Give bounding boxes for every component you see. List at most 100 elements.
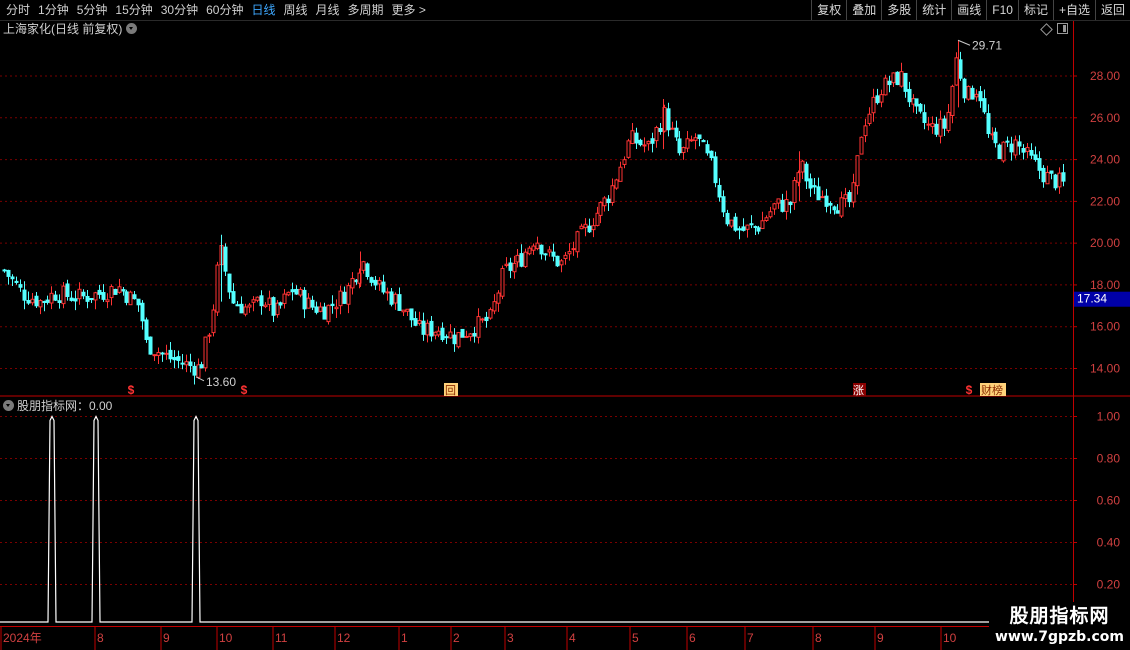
candle-142 (563, 252, 568, 265)
current-price-label: 17.34 (1077, 292, 1107, 306)
candle-185 (733, 213, 738, 232)
candle-264 (1045, 165, 1050, 185)
candle-41 (164, 344, 169, 360)
candle-98 (389, 287, 394, 307)
chart-canvas[interactable]: 28.00 26.00 24.00 22.00 20.00 18.00 16.00 14.00… (0, 0, 1130, 650)
layout-toggle-icon[interactable] (1057, 23, 1068, 34)
candle-54 (215, 261, 220, 316)
candle-238 (942, 115, 947, 137)
candle-117 (464, 330, 469, 338)
candle-173 (685, 131, 690, 153)
main-grid (0, 75, 1130, 397)
candle-174 (689, 135, 694, 142)
indicator-title[interactable]: 股朋指标网：0.00 (3, 399, 112, 413)
candle-141 (559, 259, 564, 273)
candle-179 (709, 150, 714, 161)
event-markers: $ $ 回 涨 $ 财榜 (128, 383, 1006, 397)
candle-195 (772, 202, 777, 215)
candle-232 (918, 103, 923, 114)
candle-136 (539, 244, 544, 260)
candle-131 (519, 244, 524, 268)
candle-94 (373, 276, 378, 290)
candle-7 (30, 292, 35, 306)
candle-13 (53, 290, 58, 302)
candle-165 (654, 125, 659, 148)
candle-134 (531, 243, 536, 255)
candle-236 (934, 116, 939, 137)
candle-50 (199, 361, 204, 369)
x-tick-label-3: 10 (219, 631, 233, 645)
candle-14 (57, 294, 62, 309)
chevron-down-icon[interactable] (3, 400, 14, 411)
candle-213 (843, 187, 848, 208)
candle-231 (914, 98, 919, 115)
high-leader (957, 39, 971, 46)
candle-160 (634, 127, 639, 150)
candle-146 (579, 223, 584, 230)
candle-145 (575, 230, 580, 258)
stock-title-text: 上海家化(日线 前复权) (3, 22, 123, 36)
candle-233 (922, 104, 927, 130)
x-tick-label-14: 9 (877, 631, 884, 645)
candle-120 (476, 308, 481, 344)
marker-box-2: 回 (445, 384, 456, 397)
candle-26 (105, 293, 110, 309)
candle-86 (342, 286, 347, 305)
candle-154 (610, 178, 615, 206)
candle-138 (547, 246, 552, 257)
candle-112 (444, 334, 449, 345)
candle-255 (1009, 136, 1014, 161)
candle-254 (1005, 136, 1010, 147)
indicator-title-text: 股朋指标网：0.00 (17, 399, 113, 413)
candle-77 (306, 293, 311, 309)
candle-194 (768, 206, 773, 219)
candle-6 (26, 291, 31, 305)
candle-28 (113, 288, 118, 295)
candle-97 (385, 287, 390, 301)
stock-title[interactable]: 上海家化(日线 前复权) (3, 21, 138, 37)
x-tick-label-8: 3 (507, 631, 514, 645)
candle-24 (97, 284, 102, 299)
candle-200 (792, 176, 797, 210)
candle-43 (172, 350, 177, 369)
candle-259 (1025, 142, 1030, 159)
candle-208 (824, 188, 829, 213)
candle-256 (1013, 135, 1018, 159)
candle-262 (1037, 151, 1042, 179)
candle-108 (429, 316, 434, 342)
candle-59 (235, 301, 240, 307)
candle-80 (318, 302, 323, 313)
candle-186 (737, 226, 742, 240)
candle-235 (930, 116, 935, 134)
candle-71 (282, 289, 287, 309)
candle-15 (61, 281, 66, 309)
chevron-down-icon[interactable] (126, 23, 138, 34)
candle-265 (1049, 170, 1054, 180)
candle-1 (6, 269, 11, 285)
candle-155 (614, 178, 619, 190)
candle-207 (820, 190, 825, 199)
candle-68 (271, 296, 276, 322)
indicator-series-line (0, 415, 1072, 623)
high-label: 29.71 (972, 38, 1002, 52)
candle-149 (591, 218, 596, 238)
y-tick-label-7: 14.00 (1090, 362, 1120, 376)
candle-121 (480, 317, 485, 323)
candle-38 (152, 354, 157, 361)
candle-224 (887, 75, 892, 93)
candle-74 (294, 285, 299, 295)
x-tick-label-7: 2 (453, 631, 460, 645)
marker-red-3: 涨 (853, 384, 864, 397)
candle-187 (741, 218, 746, 232)
candle-166 (658, 123, 663, 135)
candle-92 (365, 262, 370, 280)
candle-147 (583, 218, 588, 237)
diamond-icon[interactable] (1040, 23, 1053, 36)
candle-220 (871, 88, 876, 122)
candle-239 (946, 104, 951, 133)
candle-241 (954, 52, 959, 86)
candle-193 (764, 215, 769, 222)
candle-83 (330, 295, 335, 314)
candle-162 (642, 137, 647, 153)
candle-192 (760, 211, 765, 230)
